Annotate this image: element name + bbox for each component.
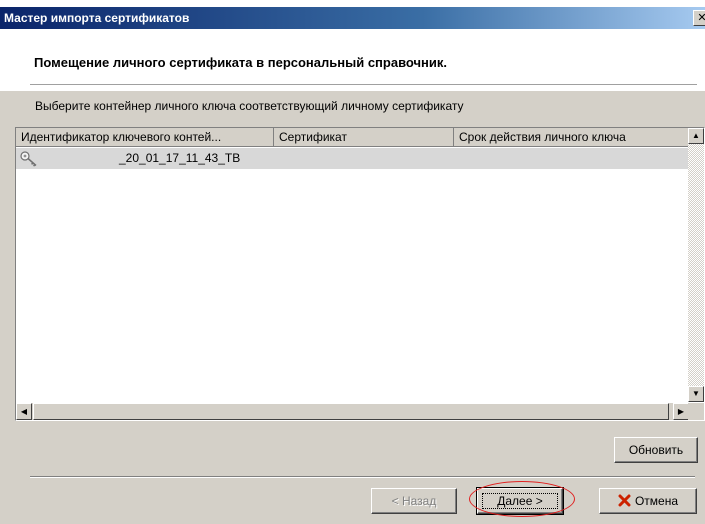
- key-container-list[interactable]: Идентификатор ключевого контей... Сертиф…: [15, 127, 705, 421]
- column-headers: Идентификатор ключевого контей... Сертиф…: [16, 128, 689, 147]
- wizard-header: Помещение личного сертификата в персонал…: [0, 29, 705, 91]
- window-title: Мастер импорта сертификатов: [4, 11, 190, 25]
- scroll-up-icon[interactable]: ▲: [688, 128, 704, 144]
- close-icon[interactable]: ✕: [693, 10, 705, 26]
- instruction-text: Выберите контейнер личного ключа соответ…: [35, 99, 464, 113]
- key-icon: [20, 151, 37, 167]
- header-divider: [30, 84, 697, 85]
- vertical-scrollbar[interactable]: ▲ ▼: [688, 128, 704, 402]
- back-button[interactable]: < Назад: [371, 488, 457, 514]
- container-id-cell: _20_01_17_11_43_TB: [119, 151, 241, 165]
- scroll-left-icon[interactable]: ◀: [16, 403, 32, 420]
- refresh-button[interactable]: Обновить: [614, 437, 698, 463]
- horizontal-scrollbar[interactable]: ◀ ▶: [16, 403, 689, 420]
- cancel-button-label: Отмена: [634, 494, 679, 508]
- horizontal-scroll-thumb[interactable]: [33, 403, 669, 420]
- page-heading: Помещение личного сертификата в персонал…: [34, 55, 448, 70]
- next-button-label: Далее >: [497, 494, 543, 508]
- table-row[interactable]: _20_01_17_11_43_TB: [16, 148, 689, 169]
- column-header-container-id[interactable]: Идентификатор ключевого контей...: [16, 128, 274, 147]
- footer-divider: [30, 476, 695, 478]
- title-bar[interactable]: Мастер импорта сертификатов ✕: [0, 7, 705, 29]
- next-button[interactable]: Далее >: [469, 481, 575, 517]
- cancel-button[interactable]: Отмена: [599, 488, 697, 514]
- cancel-x-icon: [618, 494, 631, 507]
- column-header-certificate[interactable]: Сертификат: [274, 128, 454, 147]
- scroll-right-icon[interactable]: ▶: [673, 403, 689, 420]
- scrollbar-corner: [688, 403, 704, 420]
- import-wizard-window: Мастер импорта сертификатов ✕ Помещение …: [0, 7, 705, 524]
- column-header-key-validity[interactable]: Срок действия личного ключа: [454, 128, 689, 147]
- scroll-down-icon[interactable]: ▼: [688, 386, 704, 402]
